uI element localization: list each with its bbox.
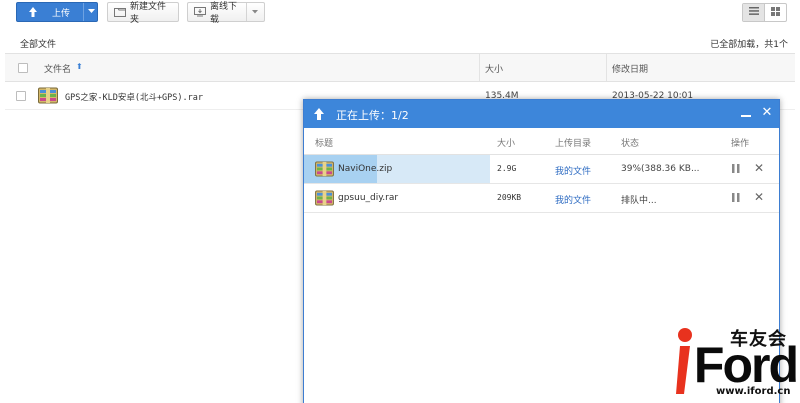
monitor-download-icon [194,7,206,17]
file-name[interactable]: GPS之家-KLD安卓(北斗+GPS).rar [65,91,203,103]
close-icon[interactable]: ✕ [754,161,764,175]
upload-row[interactable]: gpsuu_diy.rar 209KB 我的文件 排队中... ✕ [304,184,779,213]
upload-label: 上传 [52,8,71,19]
upload-arrow-icon [26,6,40,18]
column-name[interactable]: 文件名 [44,62,71,75]
minimize-icon[interactable] [740,106,754,120]
upload-list-header: 标题 大小 上传目录 状态 操作 [304,128,779,155]
column-modified[interactable]: 修改日期 [612,62,648,75]
upload-file-name: NaviOne.zip [338,164,393,174]
folder-icon [114,7,126,17]
list-view-icon [748,7,759,18]
chevron-down-icon [252,7,258,17]
upload-dir-link[interactable]: 我的文件 [555,164,591,177]
new-folder-button[interactable]: 新建文件夹 [107,2,179,25]
close-icon[interactable]: ✕ [760,105,774,120]
upload-status: 39%(388.36 KB... [621,164,700,174]
upload-file-name: gpsuu_diy.rar [338,193,399,203]
column-divider [606,54,607,81]
offline-download-button[interactable]: 离线下载 [187,2,265,25]
upload-dialog-title: 正在上传：1/2 [336,109,409,122]
column-title: 标题 [315,139,334,149]
offline-dropdown-toggle[interactable] [246,3,258,21]
upload-row[interactable]: NaviOne.zip 2.9G 我的文件 39%(388.36 KB... ✕ [304,155,779,184]
rar-archive-icon [315,190,334,209]
watermark-url: www.iford.cn [716,386,791,397]
row-checkbox[interactable] [16,91,26,101]
upload-status: 排队中... [621,196,657,206]
upload-name-cell: gpsuu_diy.rar [304,184,490,212]
grid-view-icon [771,6,780,19]
list-view-button[interactable] [743,4,765,21]
watermark-brand-rest: Ford [693,337,799,393]
upload-dir-link[interactable]: 我的文件 [555,193,591,206]
iford-watermark: 车友会 iFord www.iford.cn [670,318,799,400]
view-toggle [742,3,787,22]
load-info: 已全部加载，共1个 [710,40,788,50]
upload-name-cell: NaviOne.zip [304,155,490,183]
column-dir: 上传目录 [555,139,592,149]
toolbar: 上传 新建文件夹 离线下载 [0,0,800,30]
sort-up-icon[interactable]: ⬆ [76,62,83,71]
column-size: 大小 [497,139,516,149]
upload-file-size: 209KB [497,193,522,202]
upload-button[interactable]: 上传 [16,2,98,22]
new-folder-label: 新建文件夹 [130,2,167,25]
pause-icon[interactable] [731,163,741,174]
rar-archive-icon [315,161,334,180]
chevron-down-icon [87,7,95,17]
breadcrumb[interactable]: 全部文件 [20,37,56,50]
column-status: 状态 [621,139,640,149]
column-action: 操作 [731,139,750,149]
upload-file-size: 2.9G [497,164,517,173]
select-all-checkbox[interactable] [18,63,28,73]
file-list-header: 文件名 ⬆ 大小 修改日期 [5,53,795,82]
pause-icon[interactable] [731,192,741,203]
upload-dropdown-toggle[interactable] [83,3,98,21]
column-size[interactable]: 大小 [485,62,503,75]
close-icon[interactable]: ✕ [754,190,764,204]
offline-download-label: 离线下载 [210,2,238,25]
upload-dialog-titlebar[interactable]: 正在上传：1/2 ✕ [304,100,779,128]
rar-archive-icon [38,87,58,107]
column-divider [479,54,480,81]
grid-view-button[interactable] [765,4,786,21]
upload-arrow-icon [312,107,326,124]
